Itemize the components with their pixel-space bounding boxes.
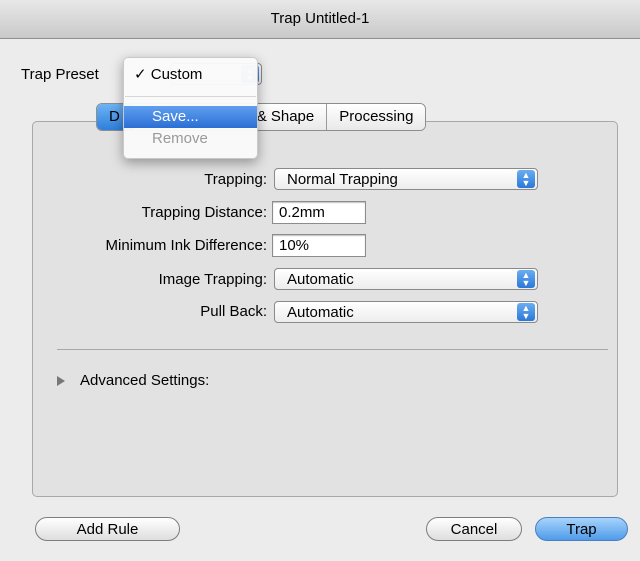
image-trapping-label: Image Trapping:: [158, 271, 267, 288]
pull-back-popup[interactable]: Automatic ▲ ▼: [274, 301, 538, 323]
menu-separator: [125, 96, 256, 97]
min-ink-difference-field[interactable]: [272, 234, 366, 257]
trap-preset-menu: ✓ Custom Save... Remove: [123, 57, 258, 159]
advanced-settings-label[interactable]: Advanced Settings:: [80, 372, 209, 389]
trapping-distance-label: Trapping Distance:: [141, 204, 267, 221]
trapping-label: Trapping:: [204, 171, 267, 188]
image-trapping-value: Automatic: [287, 271, 354, 288]
pull-back-label: Pull Back:: [200, 303, 267, 320]
popup-arrows-icon: ▲▼: [517, 303, 535, 321]
popup-arrows-icon: ▲▼: [517, 170, 535, 188]
menu-item-custom[interactable]: ✓ Custom: [124, 64, 257, 86]
trapping-distance-input[interactable]: [273, 202, 365, 223]
trap-preset-label: Trap Preset: [21, 66, 99, 83]
trapping-distance-field[interactable]: [272, 201, 366, 224]
pull-back-value: Automatic: [287, 304, 354, 321]
window-title: Trap Untitled-1: [0, 0, 640, 39]
cancel-button[interactable]: Cancel: [426, 517, 522, 541]
tab-processing[interactable]: Processing: [327, 104, 426, 130]
trapping-popup[interactable]: Normal Trapping ▲ ▼: [274, 168, 538, 190]
divider: [57, 349, 608, 350]
trap-button[interactable]: Trap: [535, 517, 628, 541]
popup-arrows-icon: ▲▼: [517, 270, 535, 288]
image-trapping-popup[interactable]: Automatic ▲ ▼: [274, 268, 538, 290]
disclosure-triangle-icon[interactable]: [57, 376, 65, 386]
trapping-value: Normal Trapping: [287, 171, 398, 188]
min-ink-difference-input[interactable]: [273, 235, 365, 256]
menu-item-save[interactable]: Save...: [124, 106, 257, 128]
menu-item-remove[interactable]: Remove: [124, 128, 257, 150]
add-rule-button[interactable]: Add Rule: [35, 517, 180, 541]
min-ink-difference-label: Minimum Ink Difference:: [105, 237, 267, 254]
